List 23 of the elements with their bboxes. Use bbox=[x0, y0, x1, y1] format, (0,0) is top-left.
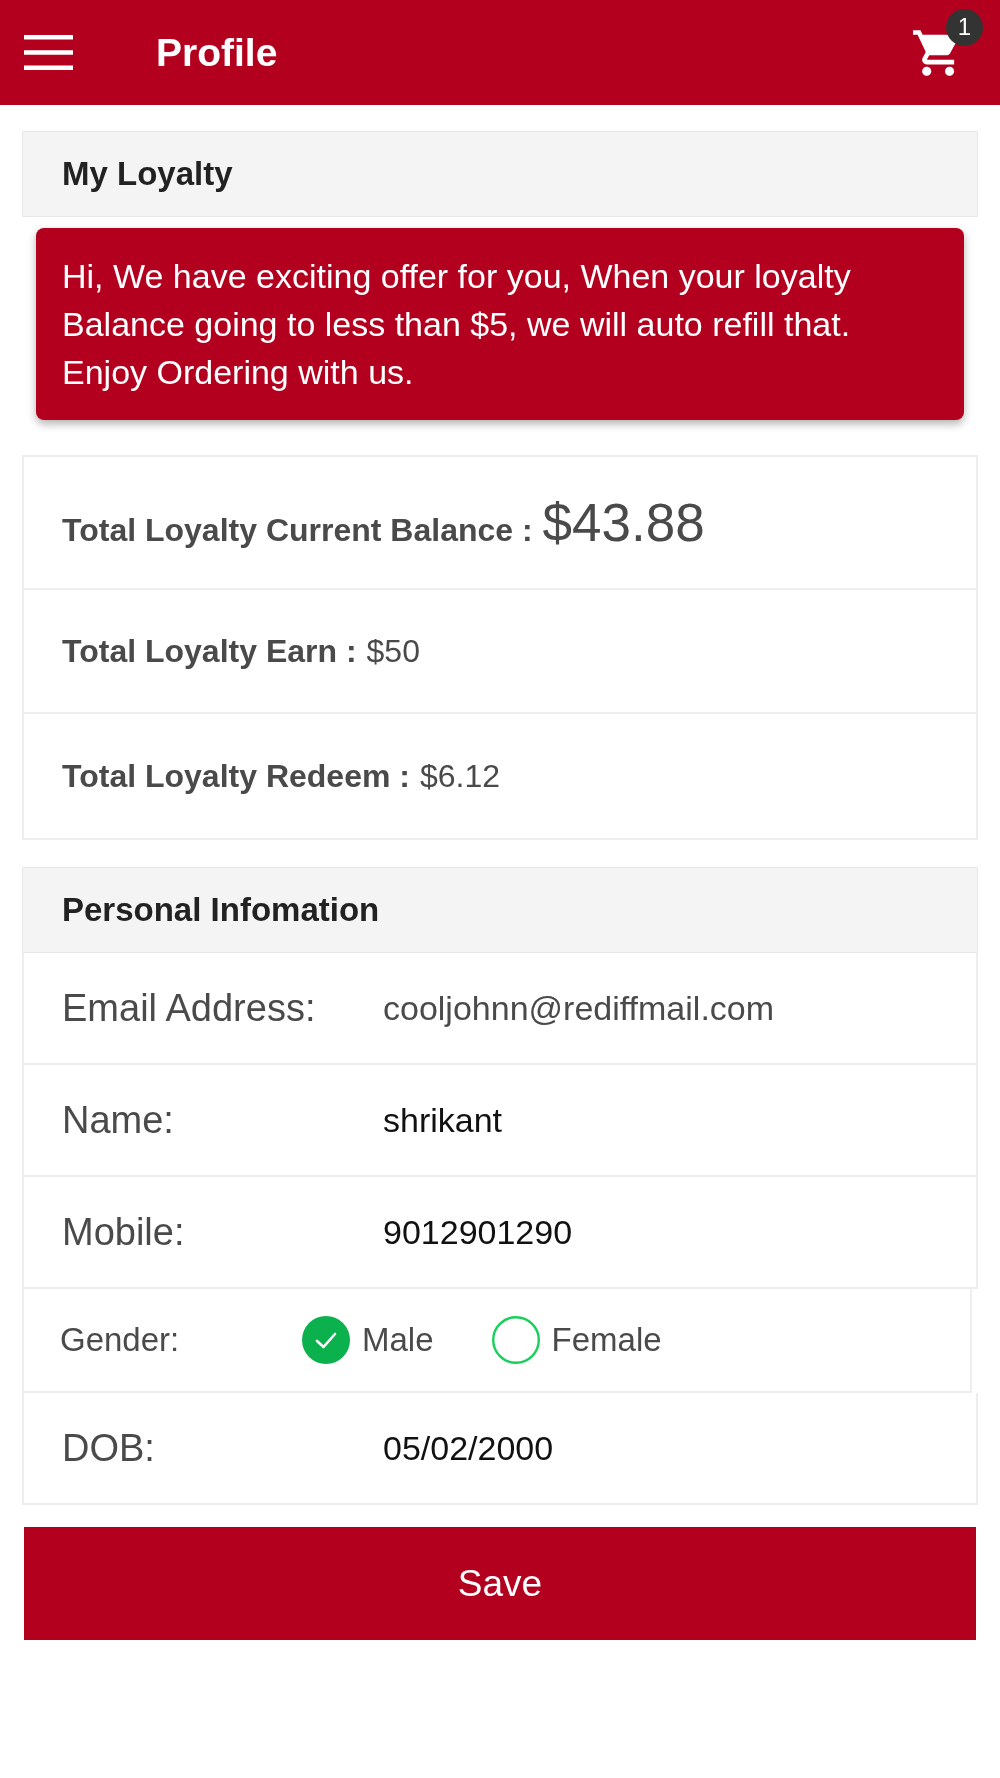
field-label: DOB: bbox=[62, 1426, 156, 1470]
loyalty-value: $43.88 bbox=[542, 492, 705, 553]
field-label: Mobile: bbox=[62, 1210, 186, 1254]
text-field[interactable]: 05/02/2000 bbox=[383, 1428, 554, 1468]
cart-count-badge: 1 bbox=[946, 8, 983, 46]
offer-notice: Hi, We have exciting offer for you, When your loyalty Balance going to less than $5, we will auto refill that. Enjoy Ordering with us. bbox=[36, 228, 964, 420]
section-header: Personal Infomation bbox=[22, 867, 978, 953]
loyalty-value: $50 bbox=[366, 632, 420, 670]
loyalty-value: $6.12 bbox=[419, 757, 500, 795]
loyalty-label: Total Loyalty Redeem : bbox=[62, 757, 410, 795]
radio-option[interactable]: Male bbox=[302, 1316, 434, 1364]
loyalty-label: Total Loyalty Earn : bbox=[62, 632, 357, 670]
radio-option[interactable]: Female bbox=[491, 1316, 662, 1364]
field-label: Email Address: bbox=[62, 986, 317, 1030]
page-title: Profile bbox=[156, 30, 278, 75]
save-button[interactable]: Save bbox=[24, 1527, 976, 1640]
field-label: Name: bbox=[62, 1098, 175, 1142]
section-header: My Loyalty bbox=[22, 131, 978, 217]
menu-icon[interactable] bbox=[24, 35, 73, 70]
text-field[interactable]: 9012901290 bbox=[383, 1212, 573, 1252]
loyalty-label: Total Loyalty Current Balance : bbox=[62, 512, 533, 549]
text-field[interactable]: shrikant bbox=[383, 1100, 503, 1140]
field-label: Gender: bbox=[60, 1321, 181, 1359]
